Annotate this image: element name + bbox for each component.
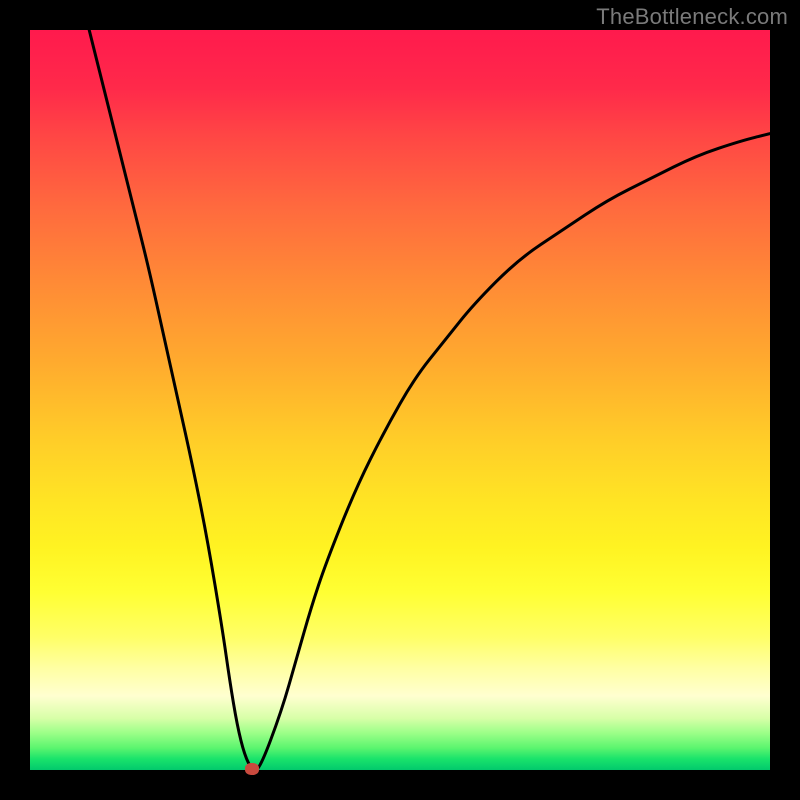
plot-area	[30, 30, 770, 770]
min-point-marker	[245, 763, 259, 775]
curve-svg	[30, 30, 770, 770]
watermark-text: TheBottleneck.com	[596, 4, 788, 30]
bottleneck-curve	[89, 30, 770, 770]
chart-frame: TheBottleneck.com	[0, 0, 800, 800]
